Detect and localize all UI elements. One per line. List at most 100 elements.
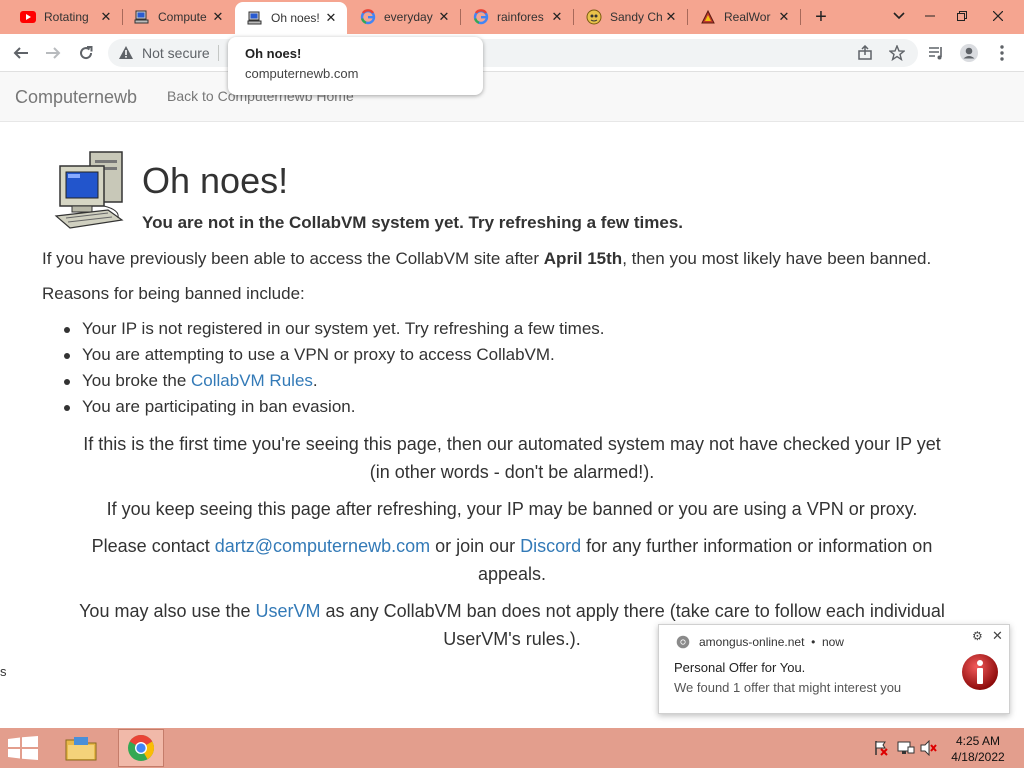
intro-prefix: If you have previously been able to acce…	[42, 249, 544, 268]
hover-card-title: Oh noes!	[245, 46, 302, 61]
bullet	[64, 379, 70, 385]
tab-search-icon[interactable]	[887, 6, 911, 26]
intro-date: April 15th	[543, 249, 623, 268]
tab-youtube[interactable]: Rotating ✕	[8, 0, 122, 34]
google-icon	[473, 9, 489, 25]
chrome-taskbar-icon[interactable]	[118, 729, 164, 767]
contact-paragraph: Please contact dartz@computernewb.com or…	[40, 532, 984, 588]
reason-text: You are attempting to use a VPN or proxy…	[82, 345, 555, 364]
volume-muted-icon[interactable]	[920, 740, 938, 756]
list-item: You are attempting to use a VPN or proxy…	[64, 345, 605, 371]
close-icon[interactable]: ✕	[210, 9, 226, 25]
new-tab-button[interactable]: +	[810, 7, 832, 27]
tab-title: Oh noes!	[271, 11, 320, 25]
notification-body: We found 1 offer that might interest you	[674, 680, 902, 695]
network-icon[interactable]	[897, 740, 915, 756]
email-link[interactable]: dartz@computernewb.com	[215, 536, 430, 556]
tab-rainforest[interactable]: rainfores ✕	[461, 0, 573, 34]
tab-hover-card: Oh noes! computernewb.com	[228, 37, 483, 95]
bullet	[64, 353, 70, 359]
notification-title: Personal Offer for You.	[674, 660, 806, 675]
bullet	[64, 405, 70, 411]
back-icon[interactable]	[10, 42, 32, 64]
tab-computernewb[interactable]: Compute ✕	[122, 0, 234, 34]
uservm-prefix: You may also use the	[79, 601, 256, 621]
computer-icon	[247, 10, 263, 26]
bookmark-star-icon[interactable]	[886, 42, 908, 64]
system-clock[interactable]: 4:25 AM 4/18/2022	[948, 733, 1008, 765]
close-window-icon[interactable]	[986, 6, 1010, 26]
reading-list-icon[interactable]	[925, 42, 947, 64]
reason-text: You are participating in ban evasion.	[82, 397, 356, 416]
hover-card-domain: computernewb.com	[245, 66, 359, 81]
list-item: You broke the CollabVM Rules.	[64, 371, 605, 397]
contact-suffix: for any further information or informati…	[581, 536, 933, 556]
tab-oh-noes[interactable]: Oh noes! ✕	[235, 2, 347, 34]
reload-icon[interactable]	[75, 42, 97, 64]
notification-time: now	[821, 635, 844, 649]
flag-notification-icon[interactable]	[872, 740, 890, 756]
tab-title: rainfores	[497, 10, 544, 24]
chrome-notification[interactable]: amongus-online.net • now ⚙ ✕ Personal Of…	[658, 624, 1010, 714]
bullet	[64, 327, 70, 333]
contact-middle: or join our	[430, 536, 521, 556]
gear-icon[interactable]: ⚙	[972, 629, 983, 643]
tab-sandy[interactable]: Sandy Ch ✕	[574, 0, 687, 34]
warning-icon[interactable]	[118, 45, 134, 65]
page-title: Oh noes!	[142, 160, 289, 201]
notification-domain: amongus-online.net	[699, 635, 805, 649]
page-subheading: You are not in the CollabVM system yet. …	[142, 213, 683, 232]
tab-title: Rotating	[44, 10, 89, 24]
reasons-label: Reasons for being banned include:	[42, 284, 305, 303]
menu-kebab-icon[interactable]	[991, 42, 1013, 64]
forward-icon[interactable]	[42, 42, 64, 64]
reasons-list: Your IP is not registered in our system …	[64, 319, 605, 423]
sandy-icon	[586, 9, 602, 25]
reason-rules-prefix: You broke the	[82, 371, 192, 390]
close-icon[interactable]: ✕	[98, 9, 114, 25]
tab-realworld[interactable]: RealWor ✕	[688, 0, 800, 34]
youtube-icon	[20, 9, 36, 25]
clock-time: 4:25 AM	[955, 734, 1001, 748]
site-brand-link[interactable]: Computernewb	[15, 87, 137, 108]
windows-taskbar: 4:25 AM 4/18/2022	[0, 728, 1024, 768]
close-icon[interactable]: ✕	[436, 9, 452, 25]
tab-title: Sandy Ch	[610, 10, 663, 24]
retro-computer-image	[52, 148, 132, 236]
site-navbar: Computernewb Back to Computernewb Home	[0, 72, 1024, 122]
contact-prefix: Please contact	[91, 536, 215, 556]
keep-seeing-paragraph: If you keep seeing this page after refre…	[106, 499, 918, 519]
contact-line-1: Please contact dartz@computernewb.com or…	[40, 532, 984, 560]
collabvm-rules-link[interactable]: CollabVM Rules	[191, 371, 313, 390]
reason-text: Your IP is not registered in our system …	[82, 319, 605, 338]
share-icon[interactable]	[854, 42, 876, 64]
uservm-link[interactable]: UserVM	[256, 601, 321, 621]
close-icon[interactable]: ✕	[323, 10, 339, 26]
tab-title: RealWor	[724, 10, 771, 24]
close-icon[interactable]: ✕	[549, 9, 565, 25]
tab-title: Compute	[158, 10, 207, 24]
discord-link[interactable]: Discord	[520, 536, 581, 556]
close-icon[interactable]: ✕	[663, 9, 679, 25]
clipped-text: s	[0, 664, 7, 679]
google-icon	[360, 9, 376, 25]
first-time-line-2: (in other words - don't be alarmed!).	[369, 462, 655, 482]
notification-dot: •	[811, 635, 816, 649]
tab-everyday[interactable]: everyday ✕	[348, 0, 460, 34]
close-icon[interactable]: ✕	[776, 9, 792, 25]
close-icon[interactable]: ✕	[992, 628, 1003, 644]
security-label[interactable]: Not secure	[142, 45, 210, 61]
file-explorer-icon[interactable]	[58, 729, 104, 767]
omnibox-divider	[218, 45, 219, 61]
minimize-icon[interactable]	[918, 6, 942, 26]
tab-title: everyday	[384, 10, 433, 24]
windows-start-icon[interactable]	[8, 736, 38, 765]
list-item: You are participating in ban evasion.	[64, 397, 605, 423]
first-time-line-1: If this is the first time you're seeing …	[83, 434, 941, 454]
clock-date: 4/18/2022	[951, 750, 1005, 764]
intro-paragraph: If you have previously been able to acce…	[42, 249, 931, 269]
browser-toolbar: Not secure	[0, 34, 1024, 72]
tab-strip: Rotating ✕ Compute ✕ Oh noes! ✕ everyday…	[0, 0, 1024, 34]
profile-avatar-icon[interactable]	[958, 42, 980, 64]
restore-icon[interactable]	[950, 6, 974, 26]
